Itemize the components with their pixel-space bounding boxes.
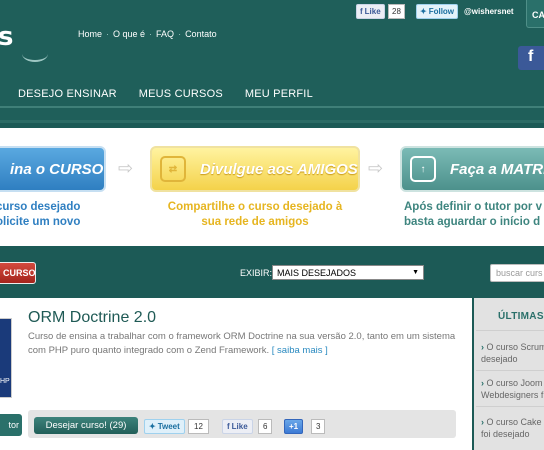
- step-1-box: ina o CURSO: [0, 146, 106, 192]
- facebook-like-button[interactable]: f Like: [222, 419, 253, 434]
- nav-desejo-ensinar[interactable]: DESEJO ENSINAR: [18, 88, 117, 100]
- top-nav: Home · O que é · FAQ · Contato: [78, 29, 217, 39]
- like-label: Like: [231, 422, 248, 431]
- cadastro-button[interactable]: CAD: [526, 0, 544, 28]
- exibir-label: EXIBIR:: [240, 268, 273, 278]
- tutor-button[interactable]: tor: [0, 414, 22, 436]
- exibir-selected-value: MAIS DESEJADOS: [277, 267, 357, 278]
- step-3-desc: Após definir o tutor por v basta aguardar…: [404, 201, 542, 228]
- arrow-right-icon: ⇨: [368, 158, 384, 178]
- facebook-icon[interactable]: f: [518, 46, 544, 70]
- nav-separator: ·: [178, 29, 182, 39]
- nav-meu-perfil[interactable]: MEU PERFIL: [245, 88, 313, 100]
- upload-icon: ↑: [410, 156, 436, 182]
- twitter-username[interactable]: @wishersnet: [464, 4, 514, 19]
- chevron-down-icon: ▼: [412, 269, 419, 276]
- site-logo[interactable]: s: [0, 22, 13, 52]
- nav-divider: [0, 106, 544, 108]
- desejar-curso-button[interactable]: Desejar curso! (29): [34, 417, 138, 434]
- follow-label: Follow: [428, 7, 455, 16]
- twitter-bird-icon: ✦: [420, 7, 427, 16]
- top-nav-contato[interactable]: Contato: [185, 29, 217, 39]
- tweet-label: Tweet: [157, 422, 180, 431]
- step-2-desc: Compartilhe o curso desejado à sua rede d…: [167, 201, 343, 228]
- step-2-title: Divulgue aos AMIGOS: [200, 160, 358, 178]
- search-input[interactable]: buscar curs: [490, 264, 544, 282]
- sidebar-item[interactable]: › O curso Cake foi desejado: [481, 416, 544, 440]
- nav-separator: ·: [149, 29, 153, 39]
- step-2-box: ⇄ Divulgue aos AMIGOS: [150, 146, 360, 192]
- thumbnail-text: HP: [0, 378, 10, 385]
- top-nav-faq[interactable]: FAQ: [156, 29, 174, 39]
- step-3-box: ↑ Faça a MATRI: [400, 146, 544, 192]
- sidebar-title: ÚLTIMAS: [498, 311, 544, 322]
- chevron-right-icon: ›: [481, 342, 484, 352]
- course-title[interactable]: ORM Doctrine 2.0: [28, 309, 156, 327]
- plus-one-count: 3: [311, 419, 326, 434]
- top-nav-home[interactable]: Home: [78, 29, 102, 39]
- twitter-bird-icon: ✦: [149, 422, 156, 431]
- header: [0, 0, 544, 122]
- nav-separator: ·: [106, 29, 110, 39]
- main-nav: DESEJO ENSINAR MEUS CURSOS MEU PERFIL: [18, 88, 313, 100]
- twitter-follow-button[interactable]: ✦ Follow: [416, 4, 459, 19]
- facebook-like-count: 28: [388, 4, 405, 19]
- sidebar-item[interactable]: › O curso Scrum desejado: [481, 341, 544, 365]
- logo-swoosh-icon: [22, 46, 48, 62]
- exibir-select[interactable]: MAIS DESEJADOS ▼: [272, 265, 424, 280]
- facebook-like-button[interactable]: f Like: [356, 4, 385, 19]
- top-nav-o-que-e[interactable]: O que é: [113, 29, 145, 39]
- google-plus-one-button[interactable]: +1: [284, 419, 304, 434]
- nav-meus-cursos[interactable]: MEUS CURSOS: [139, 88, 223, 100]
- step-1-desc: curso desejado olicite um novo: [0, 201, 81, 228]
- tweet-button[interactable]: ✦ Tweet: [144, 419, 185, 434]
- add-curso-button[interactable]: CURSO: [0, 262, 36, 284]
- step-3-title: Faça a MATRI: [450, 160, 544, 178]
- arrow-right-icon: ⇨: [118, 158, 134, 178]
- sidebar-divider: [476, 370, 544, 371]
- step-1-title: ina o CURSO: [10, 160, 104, 178]
- sidebar-item[interactable]: › O curso Joom Webdesigners f: [481, 377, 544, 401]
- saiba-mais-link[interactable]: [ saiba mais ]: [272, 345, 328, 356]
- tweet-count: 12: [188, 419, 209, 434]
- facebook-icon: f: [227, 422, 230, 431]
- like-label: Like: [364, 7, 381, 16]
- facebook-icon: f: [360, 7, 363, 16]
- header-bottom-border: [0, 120, 544, 123]
- chevron-right-icon: ›: [481, 378, 484, 388]
- course-description: Curso de ensina a trabalhar com o framew…: [28, 331, 456, 356]
- sidebar-divider: [476, 330, 544, 331]
- sidebar-divider: [476, 406, 544, 407]
- facebook-like-count: 6: [258, 419, 273, 434]
- chevron-right-icon: ›: [481, 417, 484, 427]
- course-thumbnail[interactable]: [0, 318, 12, 398]
- share-icon: ⇄: [160, 156, 186, 182]
